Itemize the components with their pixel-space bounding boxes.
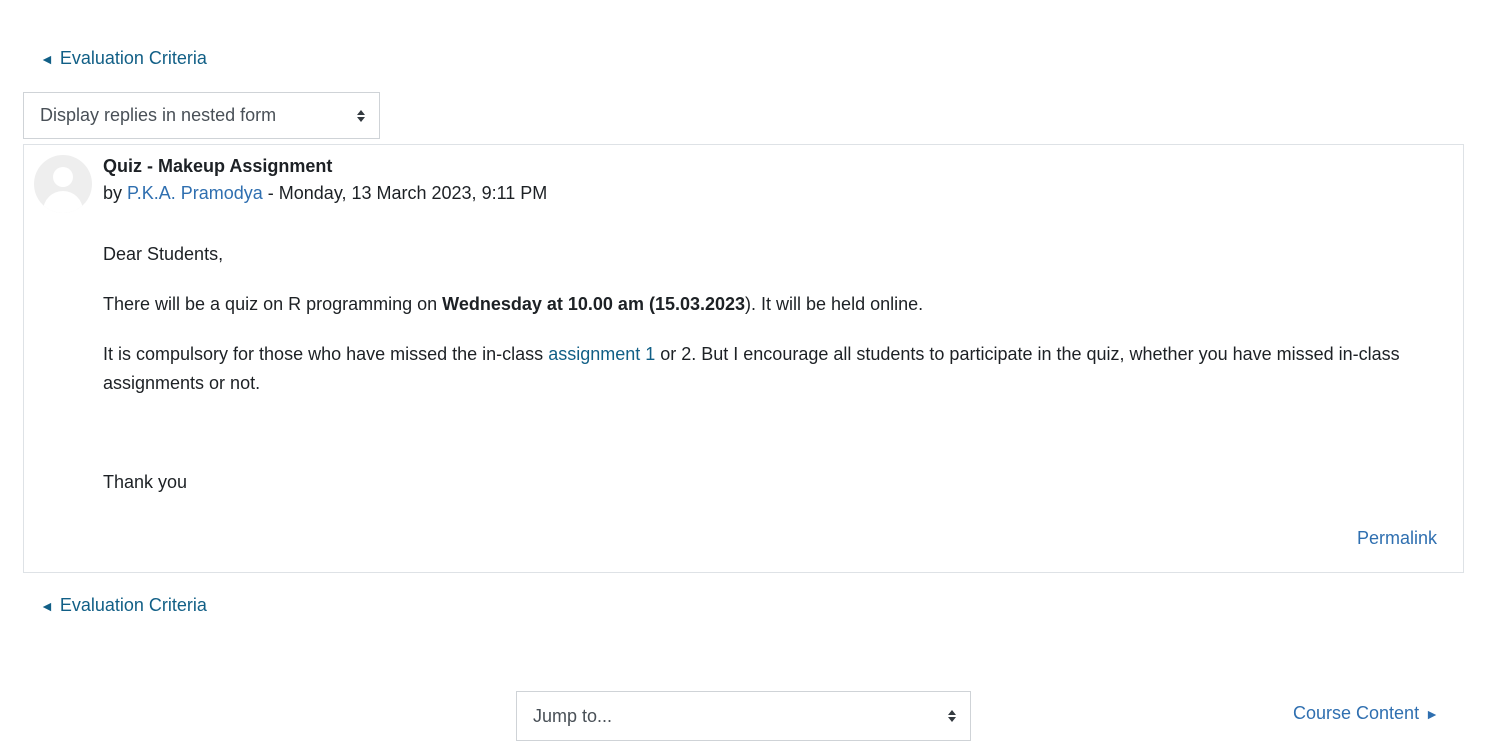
arrow-left-icon: ◄ bbox=[40, 50, 54, 67]
prev-activity-label: Evaluation Criteria bbox=[59, 595, 207, 615]
prev-activity-label: Evaluation Criteria bbox=[59, 48, 207, 68]
assignment-1-link[interactable]: assignment 1 bbox=[548, 344, 655, 364]
display-mode-value: Display replies in nested form bbox=[40, 105, 277, 125]
jump-to-value: Jump to... bbox=[533, 705, 613, 726]
arrow-left-icon: ◄ bbox=[40, 597, 54, 614]
post-meta-separator: - bbox=[262, 183, 279, 203]
default-user-avatar-icon[interactable] bbox=[34, 155, 92, 213]
post-by-label: by bbox=[103, 183, 123, 203]
post-title: Quiz - Makeup Assignment bbox=[103, 156, 333, 176]
post-meta: by P.K.A. Pramodya - Monday, 13 March 20… bbox=[103, 183, 547, 204]
prev-activity-link-bottom[interactable]: ◄ Evaluation Criteria bbox=[40, 595, 207, 616]
post-p2-text: It is compulsory for those who have miss… bbox=[103, 344, 549, 364]
post-p1-text: There will be a quiz on R programming on bbox=[103, 294, 443, 314]
post-date: Monday, 13 March 2023, 9:11 PM bbox=[278, 183, 548, 203]
display-mode-select[interactable]: Display replies in nested form bbox=[23, 92, 380, 139]
permalink-link[interactable]: Permalink bbox=[1357, 528, 1437, 549]
sort-caret-icon bbox=[357, 109, 365, 122]
next-activity-label: Course Content bbox=[1293, 703, 1420, 723]
sort-caret-icon bbox=[948, 710, 956, 722]
post-paragraph-2: It is compulsory for those who have miss… bbox=[103, 340, 1448, 398]
post-greeting: Dear Students, bbox=[103, 244, 224, 264]
post-p1-bold: Wednesday at 10.00 am (15.03.2023 bbox=[442, 294, 746, 314]
post-body: Dear Students, There will be a quiz on R… bbox=[103, 240, 1448, 497]
prev-activity-link[interactable]: ◄ Evaluation Criteria bbox=[40, 48, 207, 69]
post-paragraph-1: There will be a quiz on R programming on… bbox=[103, 290, 1448, 319]
arrow-right-icon: ► bbox=[1425, 705, 1439, 722]
post-closing: Thank you bbox=[103, 472, 188, 492]
forum-post: Quiz - Makeup Assignment by P.K.A. Pramo… bbox=[23, 144, 1464, 573]
next-activity-link[interactable]: Course Content ► bbox=[1293, 703, 1439, 724]
post-author-link[interactable]: P.K.A. Pramodya bbox=[127, 183, 263, 203]
jump-to-select[interactable]: Jump to... bbox=[516, 691, 971, 741]
post-p1-text-end: ). It will be held online. bbox=[745, 294, 924, 314]
